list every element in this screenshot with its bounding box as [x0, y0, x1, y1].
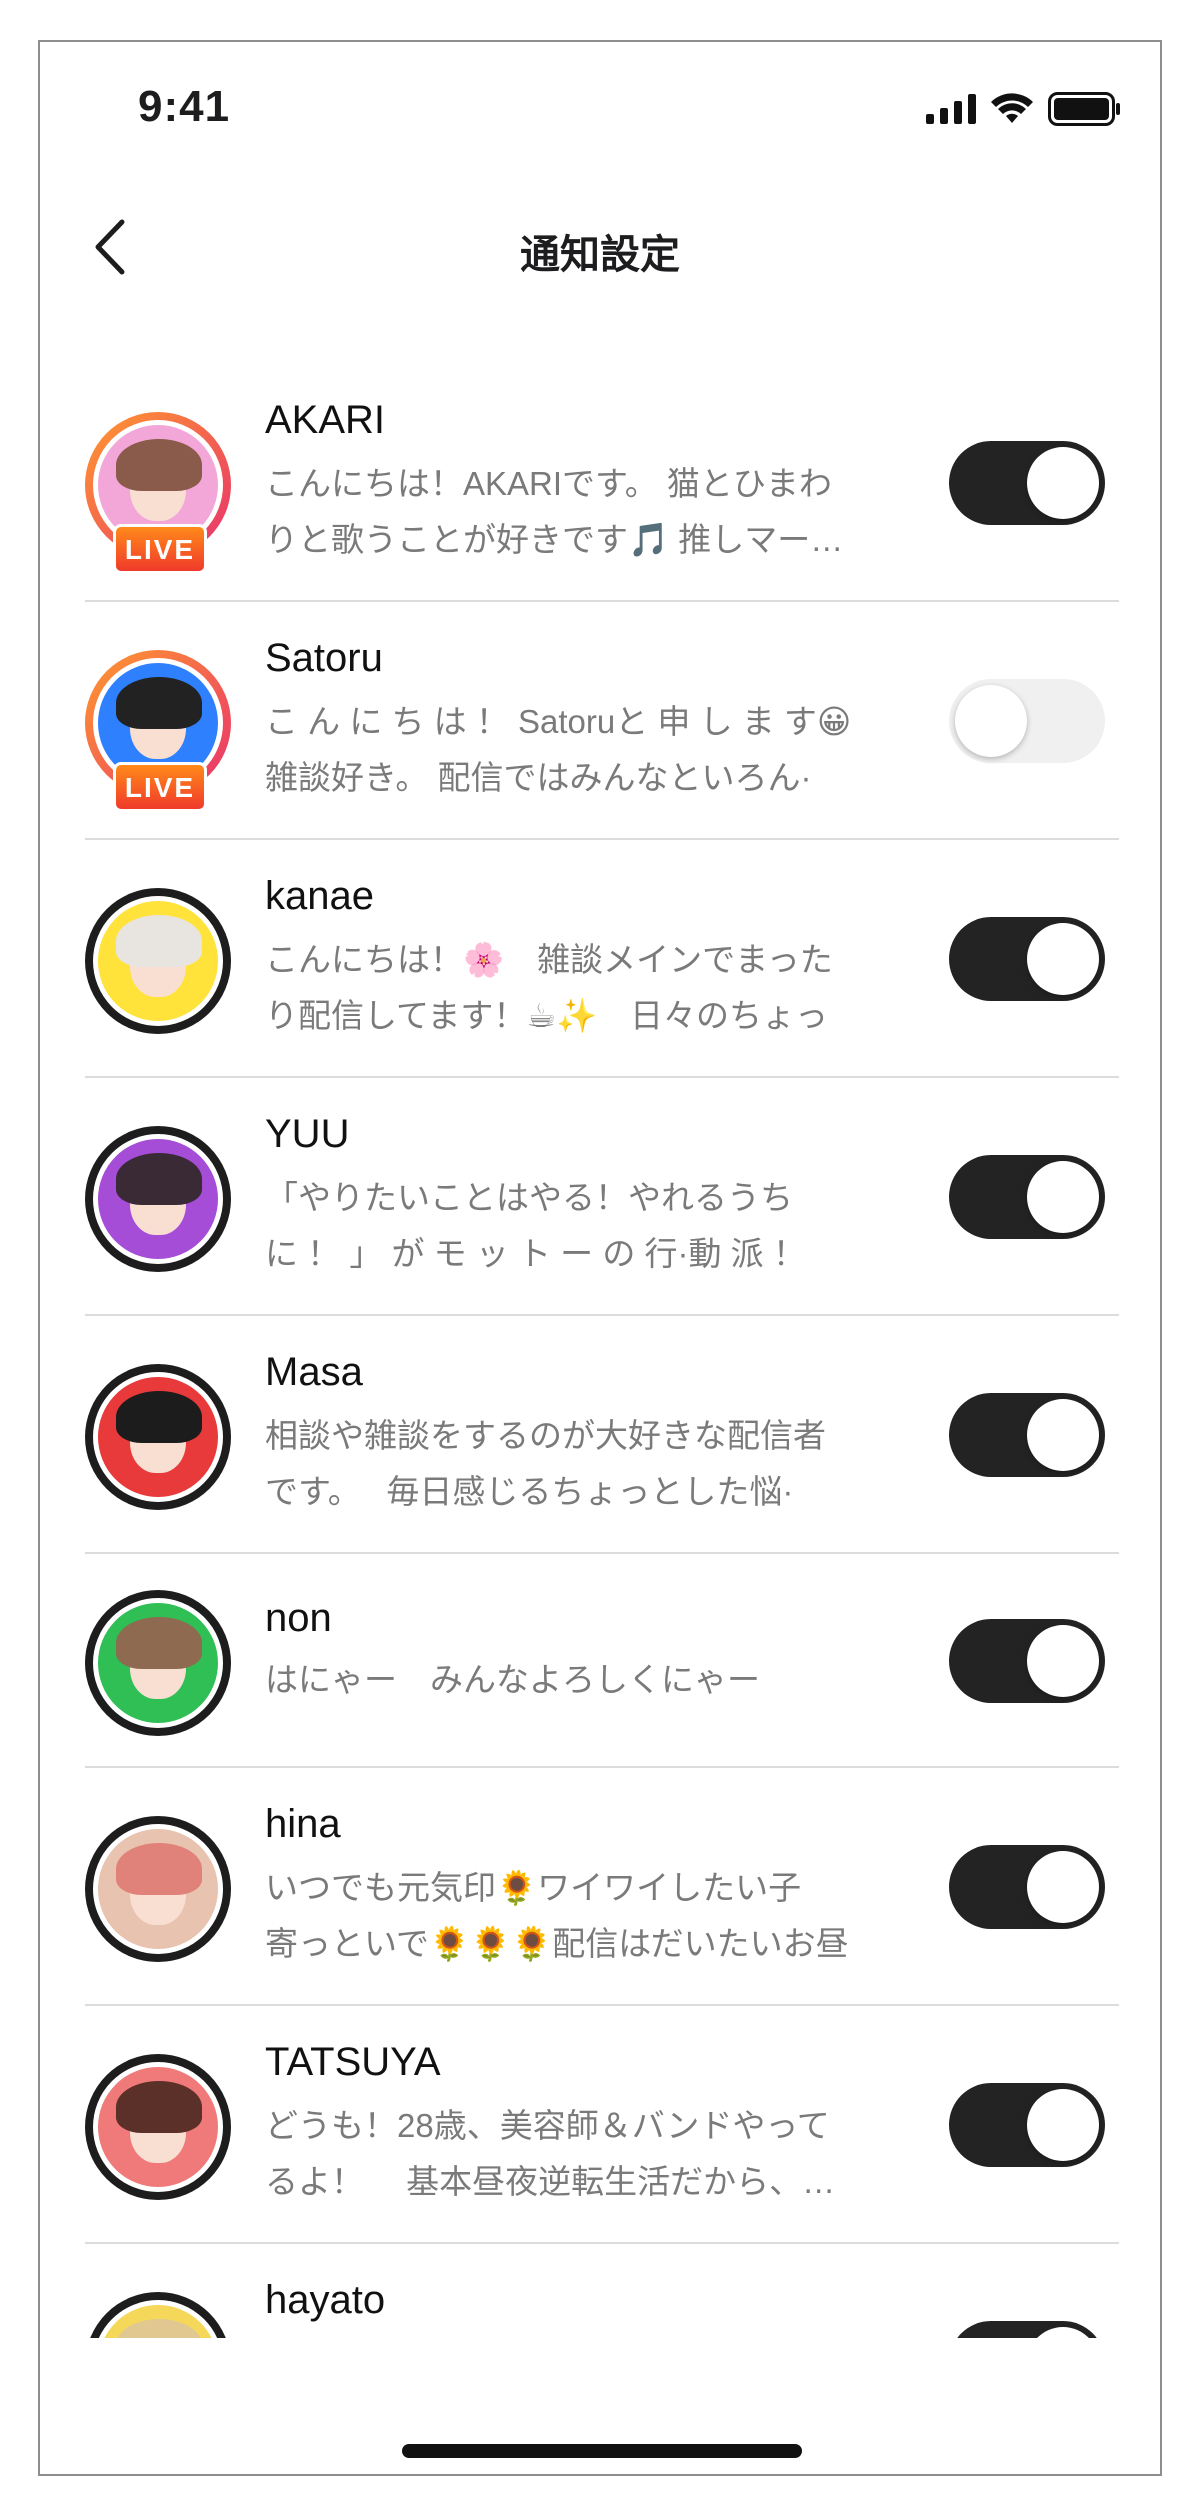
toggle-knob — [1027, 923, 1099, 995]
user-name: TATSUYA — [265, 2040, 441, 2084]
toggle-knob — [1027, 447, 1099, 519]
user-row[interactable]: LIVE AKARI こんにちは！AKARIです。 猫とひまわ りと歌うことが好きです… — [85, 364, 1119, 602]
avatar-image — [93, 1372, 223, 1502]
user-name: AKARI — [265, 398, 386, 442]
toggle-knob — [1027, 1851, 1099, 1923]
user-row[interactable]: kanae こんにちは！🌸 雑談メインでまった り配信してます！☕✨ 日々のちょっ — [85, 840, 1119, 1078]
user-name: Masa — [265, 1350, 363, 1394]
avatar-hair — [116, 2081, 202, 2133]
avatar-hair — [116, 1153, 202, 1205]
user-name: hina — [265, 1802, 341, 1846]
notification-toggle[interactable] — [949, 2083, 1105, 2167]
notification-toggle[interactable] — [949, 1619, 1105, 1703]
user-bio: 相談や雑談をするのが大好きな配信者 です。 毎日感じるちょっとした悩· — [265, 1408, 905, 1520]
avatar-hair — [116, 2319, 202, 2338]
avatar-hair — [116, 439, 202, 491]
page-title: 通知設定 — [520, 233, 680, 277]
user-row[interactable]: hina いつでも元気印🌻ワイワイしたい子寄っといで🌻🌻🌻配信はだいたいお昼 — [85, 1768, 1119, 2006]
user-notification-list[interactable]: LIVE AKARI こんにちは！AKARIです。 猫とひまわ りと歌うことが好きです… — [40, 364, 1160, 2338]
user-bio: だいたい夜に配信してるかも？たまに早朝とかも🌕 割とイケボの自信あり — [265, 2336, 905, 2338]
avatar[interactable] — [85, 2292, 231, 2338]
toggle-knob — [1027, 2089, 1099, 2161]
user-bio-line: こんにちは！🌸 雑談メインでまった — [265, 941, 833, 978]
avatar-image — [93, 1598, 223, 1728]
user-bio-line: り配信してます！☕✨ 日々のちょっ — [265, 997, 829, 1034]
avatar[interactable] — [85, 1816, 231, 1962]
user-bio-line: いつでも元気印🌻ワイワイしたい子 — [265, 1869, 802, 1906]
status-icons — [926, 92, 1122, 126]
status-time: 9:41 — [138, 82, 231, 131]
user-row[interactable]: non はにゃー みんなよろしくにゃー — [85, 1554, 1119, 1768]
toggle-knob — [1027, 1399, 1099, 1471]
notification-toggle[interactable] — [949, 1155, 1105, 1239]
user-bio-line: りと歌うことが好きです🎵 推しマー… — [265, 521, 844, 558]
user-row[interactable]: TATSUYA どうも！28歳、美容師＆バンドやって るよ！ 基本昼夜逆転生活だから… — [85, 2006, 1119, 2244]
user-bio-line: 「やりたいことはやる！やれるうち — [265, 1179, 793, 1216]
avatar[interactable] — [85, 888, 231, 1034]
user-bio: こ ん に ち は ！ Satoruと 申 し ま す😀 雑談好き。 配信ではみん… — [265, 694, 905, 806]
notification-toggle[interactable] — [949, 1393, 1105, 1477]
avatar[interactable] — [85, 2054, 231, 2200]
user-bio-line: だいたい夜に配信してるかも？たまに — [265, 2336, 905, 2338]
toggle-knob — [955, 685, 1027, 757]
user-bio-line: です。 毎日感じるちょっとした悩· — [265, 1473, 794, 1510]
user-bio-line: 雑談好き。 配信ではみんなといろん· — [265, 759, 812, 796]
user-bio: はにゃー みんなよろしくにゃー — [265, 1652, 905, 1708]
toggle-knob — [1027, 1161, 1099, 1233]
user-bio: いつでも元気印🌻ワイワイしたい子寄っといで🌻🌻🌻配信はだいたいお昼 — [265, 1860, 905, 1972]
avatar[interactable] — [85, 1364, 231, 1510]
avatar-image — [93, 2300, 223, 2338]
user-name: kanae — [265, 874, 374, 918]
phone-frame: 9:41 通知設定 LIVE AKARI こんにちは！AKARIです。 猫とひまわり… — [38, 40, 1162, 2476]
user-bio-line: こ ん に ち は ！ Satoruと 申 し ま す😀 — [265, 703, 852, 740]
user-bio-line: どうも！28歳、美容師＆バンドやって — [265, 2107, 830, 2144]
user-row[interactable]: LIVE Satoru こ ん に ち は ！ Satoruと 申 し ま す😀 雑談… — [85, 602, 1119, 840]
user-row[interactable]: YUU 「やりたいことはやる！やれるうちに ！ 」 が モ ッ ト ー の 行·動… — [85, 1078, 1119, 1316]
avatar[interactable]: LIVE — [85, 412, 231, 574]
avatar-hair — [116, 677, 202, 729]
user-bio-line: 寄っといで🌻🌻🌻配信はだいたいお昼 — [265, 1925, 849, 1962]
user-bio: こんにちは！AKARIです。 猫とひまわ りと歌うことが好きです🎵 推しマー… — [265, 456, 905, 568]
user-name: YUU — [265, 1112, 350, 1156]
avatar-hair — [116, 1617, 202, 1669]
notification-toggle[interactable] — [949, 1845, 1105, 1929]
user-bio-line: に ！ 」 が モ ッ ト ー の 行·動 派 ！ — [265, 1235, 806, 1272]
user-bio-line: こんにちは！AKARIです。 猫とひまわ — [265, 465, 832, 502]
live-badge: LIVE — [113, 762, 207, 812]
notification-toggle[interactable] — [949, 917, 1105, 1001]
user-bio-line: はにゃー みんなよろしくにゃー — [265, 1661, 760, 1698]
user-name: Satoru — [265, 636, 383, 680]
notification-toggle[interactable] — [949, 441, 1105, 525]
user-row[interactable]: Masa 相談や雑談をするのが大好きな配信者 です。 毎日感じるちょっとした悩· — [85, 1316, 1119, 1554]
avatar-hair — [116, 1391, 202, 1443]
user-bio: どうも！28歳、美容師＆バンドやって るよ！ 基本昼夜逆転生活だから、… — [265, 2098, 905, 2210]
live-badge: LIVE — [113, 524, 207, 574]
user-bio-line: 相談や雑談をするのが大好きな配信者 — [265, 1417, 826, 1454]
user-row[interactable]: hayato だいたい夜に配信してるかも？たまに早朝とかも🌕 割とイケボの自信あり — [85, 2244, 1119, 2338]
user-name: non — [265, 1596, 332, 1640]
user-bio: こんにちは！🌸 雑談メインでまった り配信してます！☕✨ 日々のちょっ — [265, 932, 905, 1044]
avatar-hair — [116, 1843, 202, 1895]
avatar-hair — [116, 915, 202, 967]
toggle-knob — [1027, 2327, 1099, 2338]
user-bio-line: るよ！ 基本昼夜逆転生活だから、… — [265, 2163, 836, 2200]
toggle-knob — [1027, 1625, 1099, 1697]
avatar[interactable] — [85, 1590, 231, 1736]
notification-toggle[interactable] — [949, 2321, 1105, 2338]
notification-toggle[interactable] — [949, 679, 1105, 763]
avatar[interactable]: LIVE — [85, 650, 231, 812]
wifi-icon — [991, 93, 1033, 123]
user-bio: 「やりたいことはやる！やれるうちに ！ 」 が モ ッ ト ー の 行·動 派 … — [265, 1170, 905, 1282]
cellular-signal-icon — [926, 94, 976, 124]
avatar-image — [93, 896, 223, 1026]
avatar[interactable] — [85, 1126, 231, 1272]
battery-icon — [1048, 92, 1120, 126]
home-indicator[interactable] — [402, 2444, 802, 2458]
user-name: hayato — [265, 2278, 386, 2322]
avatar-image — [93, 1134, 223, 1264]
avatar-image — [93, 1824, 223, 1954]
avatar-image — [93, 2062, 223, 2192]
